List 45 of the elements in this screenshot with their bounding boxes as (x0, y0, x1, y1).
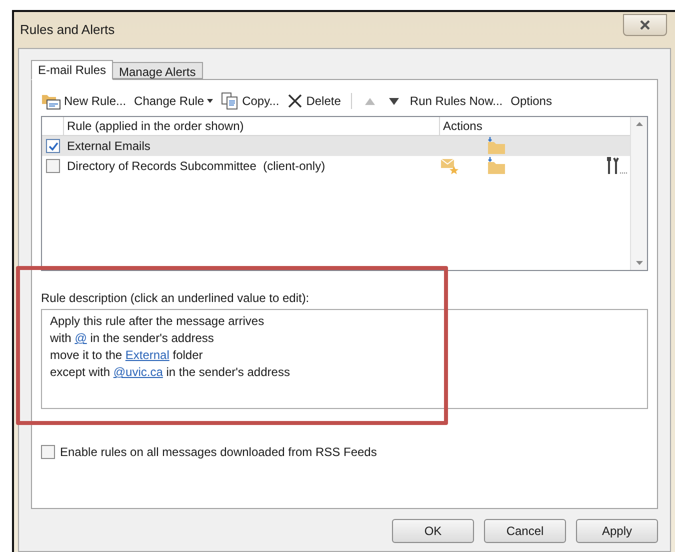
checkbox-label: Enable rules on all messages downloaded from RSS Feeds (60, 444, 377, 461)
rule-name: Directory of Records Subcommittee (client-only) (66, 158, 326, 175)
caret-icon (207, 99, 214, 103)
description-label: Rule description (click an underlined value to edit): (41, 290, 310, 307)
envelope-star-icon (440, 157, 460, 175)
toolbar-button[interactable]: Options (510, 92, 552, 110)
close-icon (639, 19, 651, 31)
tab[interactable]: Manage Alerts (113, 62, 203, 79)
toolbar-button[interactable]: Copy... (221, 92, 280, 110)
toolbar-button[interactable]: Run Rules Now... (410, 92, 503, 110)
column-header[interactable]: Rule (applied in the order shown) (64, 117, 440, 135)
value-link[interactable]: @uvic.ca (113, 365, 163, 379)
checkbox[interactable] (46, 159, 60, 173)
triangle-up-icon (364, 98, 375, 104)
column-header[interactable]: Actions (440, 117, 630, 135)
folder-icon (486, 137, 506, 155)
scroll-up-icon (636, 122, 642, 126)
close-button[interactable] (623, 14, 667, 36)
description-line: with @ in the sender's address (50, 330, 215, 347)
window-title: Rules and Alerts (20, 21, 115, 40)
rule-row[interactable]: External Emails (42, 136, 630, 156)
toolbar-button[interactable]: Change Rule (134, 92, 214, 110)
copy-icon (221, 92, 240, 110)
new-rule-icon (41, 92, 61, 110)
triangle-down-icon (388, 98, 399, 104)
description-line: move it to the External folder (50, 347, 204, 364)
delete-icon (287, 93, 304, 109)
dialog-button[interactable]: OK (392, 519, 474, 543)
checkbox[interactable] (46, 139, 60, 153)
description-line: Apply this rule after the message arrives (50, 313, 266, 330)
rule-name: External Emails (66, 138, 152, 155)
checkbox[interactable] (41, 445, 55, 459)
value-link[interactable]: @ (74, 331, 87, 345)
value-link[interactable]: External (125, 348, 170, 362)
dialog-button[interactable]: Apply (576, 519, 658, 543)
scrollbar[interactable] (630, 117, 647, 270)
tab[interactable]: E-mail Rules (31, 60, 114, 80)
scroll-down-icon (636, 261, 642, 265)
folder-icon (486, 157, 506, 175)
toolbar-button[interactable]: New Rule... (41, 92, 126, 110)
dialog-button[interactable]: Cancel (484, 519, 566, 543)
toolbar-button[interactable]: Delete (287, 92, 341, 110)
description-line: except with @uvic.ca in the sender's address (50, 364, 291, 381)
tools-icon (606, 157, 628, 175)
toolbar-separator (350, 93, 352, 109)
